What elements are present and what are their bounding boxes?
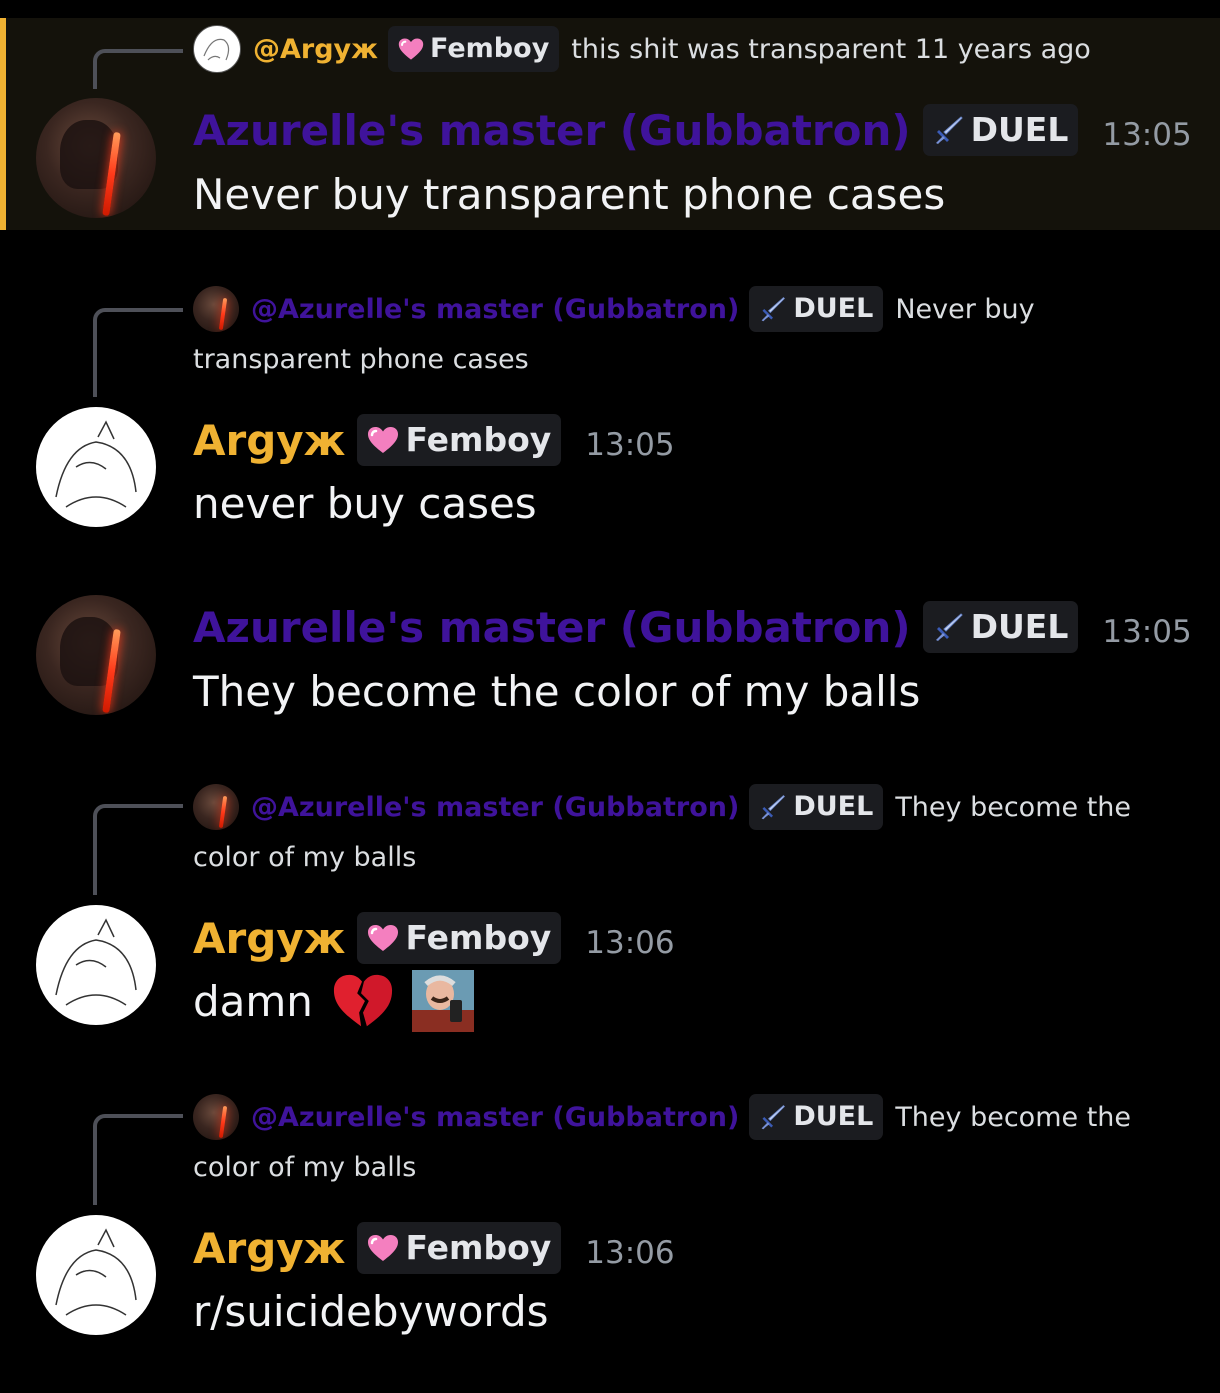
- role-tag[interactable]: Femboy: [357, 1221, 562, 1274]
- reply-author[interactable]: @Azurelle's master (Gubbatron): [251, 792, 739, 823]
- reply-preview[interactable]: @Azurelle's master (Gubbatron) DUEL They b…: [193, 1093, 1153, 1193]
- reply-avatar[interactable]: [193, 783, 239, 830]
- pink-heart-icon: [367, 924, 399, 952]
- reply-spine: [93, 308, 183, 397]
- role-tag-label: DUEL: [793, 292, 874, 324]
- role-tag-label: DUEL: [970, 109, 1069, 149]
- role-tag-label: Femboy: [405, 917, 552, 957]
- sword-icon: [933, 611, 965, 643]
- author-name[interactable]: Azurelle's master (Gubbatron): [193, 106, 911, 155]
- reply-author[interactable]: @Azurelle's master (Gubbatron): [251, 1102, 739, 1133]
- author-name[interactable]: Argyж: [193, 914, 345, 963]
- role-tag-label: DUEL: [793, 790, 874, 822]
- role-tag-label: DUEL: [793, 1100, 874, 1132]
- pink-heart-icon: [367, 426, 399, 454]
- message-content: They become the color of my balls: [193, 667, 921, 716]
- message-text: damn: [193, 977, 313, 1026]
- timestamp: 13:05: [1102, 117, 1192, 153]
- author-name[interactable]: Argyж: [193, 416, 345, 465]
- reply-avatar[interactable]: [193, 285, 239, 332]
- message-content: r/suicidebywords: [193, 1287, 549, 1336]
- avatar[interactable]: [36, 905, 156, 1025]
- broken-heart-emoji[interactable]: [332, 970, 394, 1032]
- role-tag[interactable]: DUEL: [749, 285, 884, 332]
- timestamp: 13:06: [585, 1235, 675, 1271]
- reply-spine: [93, 49, 183, 89]
- message-content: never buy cases: [193, 479, 537, 528]
- reply-author[interactable]: @Azurelle's master (Gubbatron): [251, 294, 739, 325]
- role-tag[interactable]: Femboy: [357, 911, 562, 964]
- timestamp: 13:06: [585, 925, 675, 961]
- pink-heart-icon: [398, 37, 424, 61]
- message-header: Argyж Femboy 13:05: [193, 411, 675, 475]
- reply-avatar[interactable]: [193, 1093, 239, 1140]
- timestamp: 13:05: [585, 427, 675, 463]
- avatar[interactable]: [36, 98, 156, 218]
- sword-icon: [933, 114, 965, 146]
- role-tag[interactable]: DUEL: [749, 783, 884, 830]
- role-tag-label: DUEL: [970, 606, 1069, 646]
- role-tag[interactable]: DUEL: [749, 1093, 884, 1140]
- message-header: Argyж Femboy 13:06: [193, 1219, 675, 1283]
- role-tag-label: Femboy: [405, 419, 552, 459]
- message-header: Azurelle's master (Gubbatron) DUEL 13:05: [193, 101, 1192, 165]
- avatar[interactable]: [36, 595, 156, 715]
- sword-icon: [759, 295, 787, 323]
- role-tag[interactable]: DUEL: [922, 600, 1079, 653]
- reply-avatar[interactable]: [193, 24, 241, 73]
- role-tag-label: Femboy: [405, 1227, 552, 1267]
- timestamp: 13:05: [1102, 614, 1192, 650]
- role-tag[interactable]: Femboy: [388, 25, 560, 72]
- message-1[interactable]: @Argyж Femboy this shit was transparent 11…: [0, 18, 1220, 230]
- avatar[interactable]: [36, 1215, 156, 1335]
- role-tag[interactable]: DUEL: [922, 103, 1079, 156]
- reply-author[interactable]: @Argyж: [253, 34, 378, 65]
- message-content: damn: [193, 969, 474, 1036]
- role-tag-label: Femboy: [430, 32, 550, 64]
- reply-spine: [93, 804, 183, 895]
- author-name[interactable]: Azurelle's master (Gubbatron): [193, 603, 911, 652]
- sword-icon: [759, 1103, 787, 1131]
- author-name[interactable]: Argyж: [193, 1224, 345, 1273]
- role-tag[interactable]: Femboy: [357, 413, 562, 466]
- pink-heart-icon: [367, 1234, 399, 1262]
- avatar[interactable]: [36, 407, 156, 527]
- reply-text: this shit was transparent 11 years ago: [571, 34, 1091, 65]
- reply-preview[interactable]: @Argyж Femboy this shit was transparent 11…: [193, 24, 1153, 75]
- message-header: Azurelle's master (Gubbatron) DUEL 13:05: [193, 598, 1192, 662]
- man-with-phone-emoji[interactable]: [411, 969, 474, 1032]
- sword-icon: [759, 793, 787, 821]
- reply-preview[interactable]: @Azurelle's master (Gubbatron) DUEL Never …: [193, 285, 1153, 385]
- message-content: Never buy transparent phone cases: [193, 170, 946, 219]
- message-header: Argyж Femboy 13:06: [193, 909, 675, 973]
- reply-spine: [93, 1114, 183, 1205]
- reply-preview[interactable]: @Azurelle's master (Gubbatron) DUEL They b…: [193, 783, 1153, 883]
